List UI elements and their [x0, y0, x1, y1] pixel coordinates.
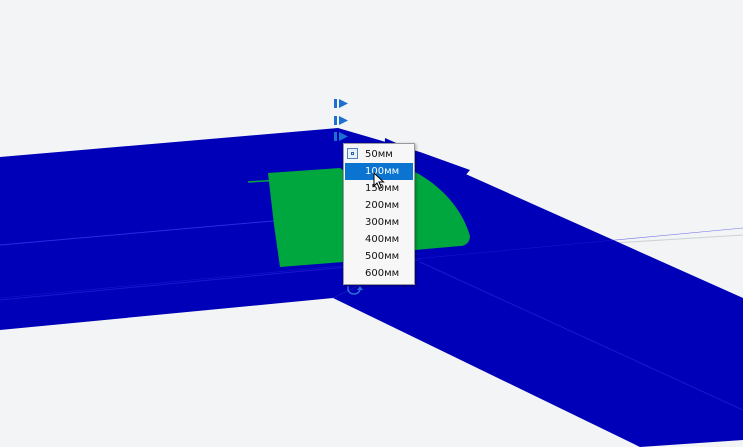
dropdown-item-label: 600мм	[365, 268, 400, 279]
dropdown-item-label: 500мм	[365, 251, 400, 262]
dropdown-item-label: 400мм	[365, 234, 400, 245]
dropdown-item-300[interactable]: 300мм	[344, 214, 414, 231]
dropdown-item-50[interactable]: 50мм	[344, 146, 414, 163]
dropdown-item-label: 200мм	[365, 200, 400, 211]
dropdown-item-600[interactable]: 600мм	[344, 265, 414, 282]
dropdown-item-400[interactable]: 400мм	[344, 231, 414, 248]
dropdown-item-label: 50мм	[365, 149, 393, 160]
dropdown-item-500[interactable]: 500мм	[344, 248, 414, 265]
green-plate[interactable]	[268, 168, 346, 267]
dropdown-item-200[interactable]: 200мм	[344, 197, 414, 214]
checkbox-icon	[347, 148, 358, 159]
dropdown-item-label: 300мм	[365, 217, 400, 228]
dimension-dropdown[interactable]: 50мм 100мм 150мм 200мм 300мм 400мм 500мм…	[343, 143, 415, 285]
mouse-cursor-icon	[373, 172, 385, 190]
